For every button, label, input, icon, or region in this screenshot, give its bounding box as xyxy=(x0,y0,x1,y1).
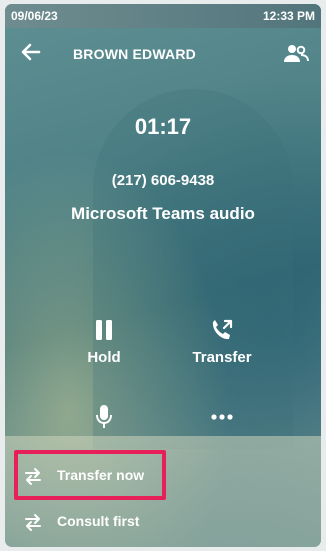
microphone-icon xyxy=(96,405,112,428)
transfer-arrows-icon xyxy=(25,514,41,531)
highlight-box xyxy=(14,450,166,500)
audio-source: Microsoft Teams audio xyxy=(71,204,255,223)
consult-first-label: Consult first xyxy=(57,513,140,529)
status-date: 09/06/23 xyxy=(11,9,58,23)
more-button[interactable] xyxy=(177,404,267,430)
pause-icon xyxy=(96,320,112,340)
back-arrow-icon xyxy=(21,43,41,61)
participants-button[interactable] xyxy=(283,42,309,66)
call-timer: 01:17 xyxy=(134,114,192,139)
back-button[interactable] xyxy=(17,40,45,66)
more-icon xyxy=(211,414,233,420)
hold-label: Hold xyxy=(87,349,121,366)
phone-number: (217) 606-9438 xyxy=(111,172,215,189)
transfer-button[interactable]: Transfer xyxy=(177,317,267,366)
contact-name: BROWN EDWARD xyxy=(73,46,196,62)
hold-button[interactable]: Hold xyxy=(59,317,149,366)
background-shape xyxy=(93,89,293,449)
mute-button[interactable] xyxy=(59,404,149,430)
status-time: 12:33 PM xyxy=(262,9,315,23)
call-header: BROWN EDWARD xyxy=(5,34,321,72)
consult-first-option[interactable]: Consult first xyxy=(5,502,321,542)
people-icon xyxy=(284,45,309,62)
phone-transfer-icon xyxy=(212,319,233,340)
transfer-label: Transfer xyxy=(192,349,252,366)
status-bar: 09/06/23 12:33 PM xyxy=(5,4,321,28)
